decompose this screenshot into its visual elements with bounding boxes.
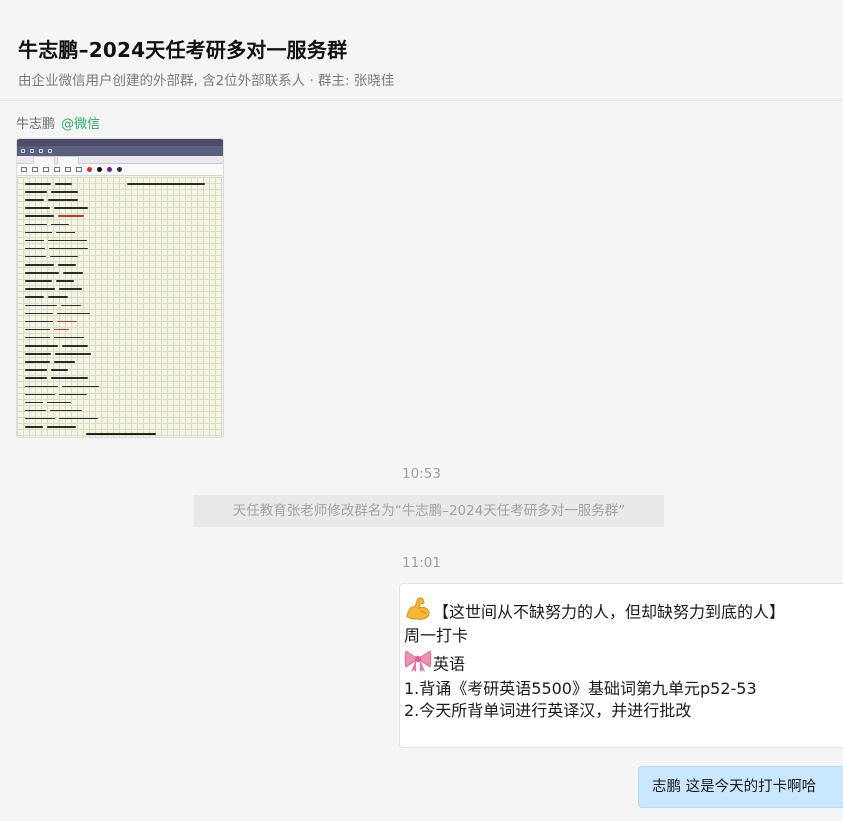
handwriting-stroke — [25, 312, 53, 315]
handwriting-stroke — [25, 215, 54, 217]
handwriting-stroke — [58, 417, 98, 420]
card-headline: 【这世间从不缺努力的人，但却缺努力到底的人】 — [433, 602, 786, 622]
handwriting-stroke — [25, 191, 47, 193]
card-line-3: 英语 — [404, 647, 843, 678]
handwriting-stroke — [25, 393, 55, 396]
image-statusbar — [17, 139, 223, 146]
handwriting-stroke — [62, 345, 88, 347]
handwriting-stroke — [56, 312, 91, 315]
self-message-bubble[interactable]: 志鹏 这是今天的打卡啊哈 — [638, 766, 843, 808]
image-toolbar — [17, 146, 223, 156]
handwriting-stroke — [47, 401, 71, 404]
image-home-indicator — [86, 433, 156, 435]
handwriting-stroke — [62, 385, 99, 388]
handwriting-stroke — [50, 255, 79, 258]
handwriting-stroke — [50, 369, 69, 371]
handwriting-stroke — [25, 377, 48, 379]
handwriting-stroke — [50, 223, 69, 226]
handwriting-stroke — [25, 409, 47, 412]
handwriting-stroke — [54, 361, 76, 363]
handwriting-stroke — [50, 409, 83, 412]
handwriting-stroke — [25, 199, 45, 201]
timestamp: 11:01 — [402, 555, 441, 571]
handwriting-stroke — [48, 247, 88, 250]
handwriting-stroke — [25, 385, 59, 388]
handwriting-stroke — [127, 183, 205, 185]
handwriting-stroke — [25, 369, 47, 371]
handwriting-stroke — [25, 328, 51, 331]
group-subtitle: 由企业微信用户创建的外部群, 含2位外部联系人 · 群主: 张晓佳 — [18, 73, 395, 89]
handwriting-stroke — [59, 288, 83, 290]
handwriting-stroke — [25, 320, 54, 323]
handwriting-stroke — [62, 272, 83, 274]
handwriting-stroke — [25, 255, 47, 258]
handwriting-stroke — [55, 280, 74, 282]
handwriting-stroke — [57, 215, 85, 217]
handwriting-stroke — [48, 199, 78, 201]
handwriting-stroke — [25, 304, 58, 307]
wechat-tag: @微信 — [61, 117, 101, 132]
handwriting-stroke — [53, 207, 88, 209]
card-task-1: 1.背诵《考研英语5500》基础词第九单元p52-53 — [404, 679, 757, 698]
group-title[interactable]: 牛志鹏–2024天任考研多对一服务群 — [18, 34, 347, 63]
image-pen-tools — [17, 164, 223, 176]
handwriting-stroke — [25, 207, 50, 209]
handwriting-stroke — [25, 401, 44, 404]
handwriting-stroke — [54, 328, 70, 331]
handwriting-stroke — [25, 296, 45, 298]
handwriting-stroke — [25, 336, 50, 339]
handwriting-stroke — [47, 239, 87, 242]
handwriting-stroke — [25, 280, 52, 282]
handwriting-stroke — [47, 426, 77, 428]
timestamp: 10:53 — [402, 466, 441, 482]
handwriting-stroke — [25, 264, 54, 266]
handwriting-stroke — [25, 345, 59, 347]
handwriting-stroke — [25, 223, 47, 226]
card-task-2: 2.今天所背单词进行英译汉，并进行批改 — [404, 701, 692, 720]
system-notice: 天任教育张老师修改群名为“牛志鹏–2024天任考研多对一服务群” — [194, 495, 664, 527]
card-line-1: 【这世间从不缺努力的人，但却缺努力到底的人】 — [404, 594, 843, 625]
handwriting-stroke — [51, 377, 88, 379]
handwriting-stroke — [50, 191, 79, 193]
image-tabs — [17, 156, 223, 164]
handwriting-stroke — [57, 320, 78, 323]
chat-header: 牛志鹏–2024天任考研多对一服务群 由企业微信用户创建的外部群, 含2位外部联… — [0, 0, 843, 101]
handwriting-stroke — [25, 361, 51, 363]
checkin-message[interactable]: 【这世间从不缺努力的人，但却缺努力到底的人】 周一打卡 英语 1.背诵《考研英语… — [399, 583, 843, 748]
handwriting-stroke — [25, 353, 51, 355]
handwriting-stroke — [25, 288, 56, 290]
handwriting-stroke — [25, 417, 55, 420]
handwriting-stroke — [25, 426, 44, 428]
handwriting-stroke — [25, 231, 52, 234]
card-subject: 英语 — [433, 654, 466, 674]
card-line-2: 周一打卡 — [404, 626, 469, 645]
handwriting-stroke — [25, 247, 45, 250]
handwriting-stroke — [25, 239, 44, 242]
message-sender: 牛志鹏 @微信 — [16, 113, 100, 132]
handwriting-stroke — [53, 336, 85, 339]
handwriting-stroke — [61, 304, 82, 307]
handwriting-stroke — [55, 231, 75, 234]
handwriting-stroke — [54, 183, 72, 185]
handwriting-stroke — [54, 353, 91, 355]
handwriting-stroke — [25, 272, 59, 274]
image-message[interactable] — [16, 138, 224, 438]
sender-name[interactable]: 牛志鹏 — [16, 117, 55, 132]
handwriting-stroke — [58, 393, 88, 396]
handwriting-stroke — [25, 183, 51, 185]
handwritten-notes-page — [17, 177, 223, 437]
handwriting-stroke — [57, 264, 77, 266]
handwriting-stroke — [48, 296, 69, 298]
